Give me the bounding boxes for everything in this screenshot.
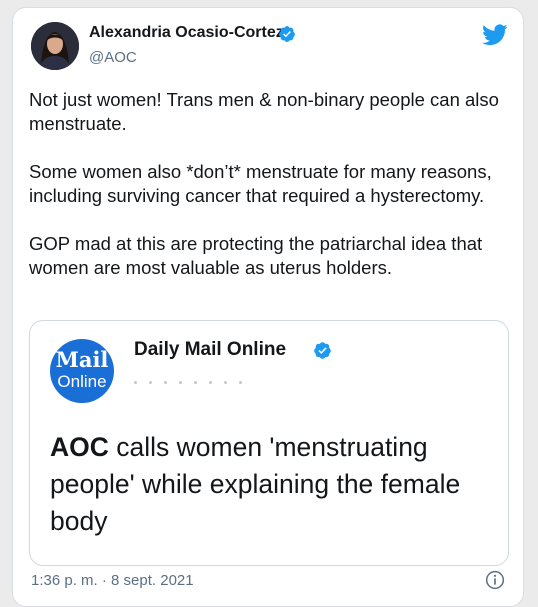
quoted-source-name[interactable]: Daily Mail Online [134,339,286,361]
tweet-text: Not just women! Trans men & non-binary p… [29,88,517,304]
blurred-handle [134,371,284,384]
tweet-paragraph: GOP mad at this are protecting the patri… [29,233,483,278]
tweet-card[interactable]: Alexandria Ocasio-Cortez @AOC Not just w… [12,7,524,607]
tweet-paragraph: Some women also *don’t* menstruate for m… [29,161,492,206]
author-name[interactable]: Alexandria Ocasio-Cortez [89,24,284,42]
logo-line-online: Online [57,372,107,391]
headline-bold: AOC [50,432,109,462]
headline-rest: calls women 'menstruating people' while … [50,432,461,536]
tweet-timestamp[interactable]: 1:36 p. m. · 8 sept. 2021 [31,572,194,589]
info-icon[interactable] [485,570,505,590]
verified-badge-icon [314,342,331,359]
twitter-bird-icon[interactable] [482,24,508,46]
daily-mail-logo[interactable]: Mail Online [50,339,114,403]
verified-badge-icon [279,26,295,42]
author-handle[interactable]: @AOC [89,49,137,66]
avatar-image [31,22,79,70]
quoted-headline[interactable]: AOC calls women 'menstruating people' wh… [50,429,500,540]
avatar[interactable] [31,22,79,70]
quoted-tweet[interactable]: Mail Online Daily Mail Online AOC calls … [29,320,509,566]
tweet-paragraph: Not just women! Trans men & non-binary p… [29,89,499,134]
logo-line-mail: Mail [55,347,109,372]
